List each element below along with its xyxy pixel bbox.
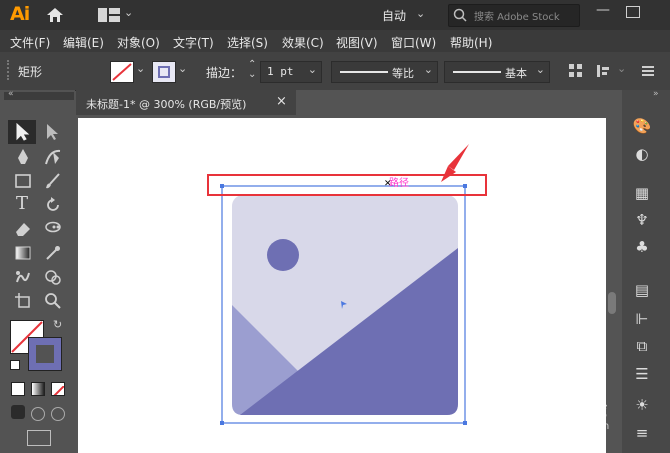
minimize-button[interactable]: — <box>596 2 610 18</box>
profile-label: 等比 <box>392 67 414 80</box>
rotate-tool-icon[interactable] <box>44 196 62 214</box>
draw-behind-icon[interactable] <box>31 407 45 421</box>
draw-inside-icon[interactable] <box>51 407 65 421</box>
eyedropper-tool-icon[interactable] <box>44 244 62 262</box>
path-hint-label: 路径 <box>389 178 409 189</box>
artboard-tool-icon[interactable] <box>14 292 32 310</box>
layers-icon[interactable]: ☰ <box>632 364 652 384</box>
chevron-down-icon[interactable]: ⌄ <box>124 6 133 19</box>
chevron-down-icon: ⌄ <box>307 63 317 76</box>
gradient-panel-icon[interactable]: ☀ <box>632 395 652 415</box>
menu-window[interactable]: 窗口(W) <box>391 34 436 51</box>
chevron-down-icon[interactable]: ⌄ <box>178 62 187 75</box>
gradient-tool-icon[interactable] <box>14 244 32 262</box>
none-color-icon <box>112 63 132 81</box>
profile-line <box>340 71 388 73</box>
eraser-tool-icon[interactable] <box>14 220 32 238</box>
control-bar-grip[interactable] <box>7 60 11 80</box>
none-color-icon <box>53 385 64 395</box>
appearance-icon[interactable]: ◐ <box>632 144 652 164</box>
chevron-down-icon[interactable]: ⌄ <box>416 7 425 20</box>
red-arrow <box>441 144 469 182</box>
color-mode-icon[interactable] <box>11 382 25 396</box>
menu-edit[interactable]: 编辑(E) <box>63 34 104 51</box>
properties-icon[interactable]: ▤ <box>632 280 652 300</box>
stroke-swatch-icon <box>158 66 170 78</box>
chevron-down-icon: ⌄ <box>535 63 545 76</box>
brushes-icon[interactable]: ♆ <box>632 210 652 230</box>
brush-definition-dropdown[interactable]: 基本 ⌄ <box>444 61 550 83</box>
chevron-down-icon[interactable]: ⌄ <box>617 62 626 75</box>
watermark-logo: Baidu经验 <box>508 398 607 420</box>
none-mode-icon[interactable] <box>51 382 65 396</box>
stroke-swatch[interactable] <box>28 337 62 371</box>
menu-type[interactable]: 文字(T) <box>173 34 214 51</box>
tools-panel <box>0 90 75 453</box>
selection-handle[interactable] <box>220 421 224 425</box>
menu-object[interactable]: 对象(O) <box>117 34 160 51</box>
align-panel-icon[interactable]: ⊩ <box>632 309 652 329</box>
stroke-panel-icon[interactable]: ≡ <box>632 423 652 443</box>
stroke-label[interactable]: 描边： <box>206 64 242 81</box>
transform-panel-icon[interactable]: ⧉ <box>632 336 652 356</box>
tools-panel-header <box>4 92 74 100</box>
puppet-warp-tool-icon[interactable] <box>14 268 32 286</box>
menu-select[interactable]: 选择(S) <box>227 34 268 51</box>
close-icon[interactable]: × <box>276 94 287 109</box>
screen-mode-icon[interactable] <box>27 430 51 446</box>
stroke-weight-value: 1 pt <box>267 65 294 78</box>
image-placeholder-artwork[interactable]: ✕ <box>200 160 520 453</box>
brush-label: 基本 <box>505 67 527 80</box>
fill-color-swatch[interactable] <box>110 61 134 83</box>
gradient-mode-icon[interactable] <box>31 382 45 396</box>
stroke-swatch-inner <box>36 345 54 363</box>
collapse-icon[interactable]: » <box>653 89 659 99</box>
search-icon <box>453 8 467 22</box>
transform-icon[interactable] <box>595 63 611 79</box>
paintbrush-tool-icon[interactable] <box>44 172 62 190</box>
stroke-stepper-icon[interactable]: ⌃ ⌄ <box>248 60 256 80</box>
shape-builder-tool-icon[interactable] <box>44 268 62 286</box>
document-tab-title: 未标题-1* @ 300% (RGB/预览) <box>86 98 247 111</box>
swap-colors-icon[interactable]: ↻ <box>53 318 62 331</box>
menu-file[interactable]: 文件(F) <box>10 34 50 51</box>
stroke-weight-input[interactable]: 1 pt ⌄ <box>260 61 322 83</box>
chevron-down-icon[interactable]: ⌄ <box>136 62 145 75</box>
curvature-tool-icon[interactable] <box>44 148 62 166</box>
vertical-scrollbar[interactable] <box>608 292 616 314</box>
selection-tool-icon[interactable] <box>14 123 32 141</box>
menu-help[interactable]: 帮助(H) <box>450 34 492 51</box>
watermark-url: jingyan.baidu.com <box>517 421 610 432</box>
brush-line <box>453 71 501 73</box>
workspace-switcher[interactable]: 自动 <box>382 7 406 24</box>
layout-icon[interactable] <box>98 8 120 22</box>
default-colors-icon[interactable] <box>10 360 20 370</box>
panel-menu-icon[interactable] <box>640 63 656 79</box>
variable-width-profile-dropdown[interactable]: 等比 ⌄ <box>331 61 438 83</box>
stroke-color-swatch[interactable] <box>152 61 176 83</box>
sun-circle <box>267 239 299 271</box>
align-icon[interactable] <box>568 63 584 79</box>
object-type-label: 矩形 <box>18 65 43 79</box>
collapse-icon[interactable]: « <box>8 89 14 99</box>
search-placeholder: 搜索 Adobe Stock <box>474 12 560 23</box>
document-tab[interactable]: 未标题-1* @ 300% (RGB/预览) × <box>76 90 296 115</box>
illustrator-logo: Ai <box>10 3 30 25</box>
symbols-icon[interactable]: ♣ <box>632 237 652 257</box>
draw-normal-icon[interactable] <box>11 405 25 419</box>
selection-handle[interactable] <box>463 421 467 425</box>
home-icon[interactable] <box>46 6 64 24</box>
palette-icon[interactable]: 🎨 <box>632 116 652 136</box>
swatches-icon[interactable]: ▦ <box>632 183 652 203</box>
type-tool-icon[interactable]: T <box>16 193 28 214</box>
maximize-button[interactable] <box>626 6 640 18</box>
menu-view[interactable]: 视图(V) <box>336 34 378 51</box>
lasso-tool-icon[interactable] <box>44 220 62 238</box>
rectangle-tool-icon[interactable] <box>14 172 32 190</box>
menu-effect[interactable]: 效果(C) <box>282 34 324 51</box>
zoom-tool-icon[interactable] <box>44 292 62 310</box>
direct-selection-tool-icon[interactable] <box>44 123 62 141</box>
pen-tool-icon[interactable] <box>14 148 32 166</box>
chevron-down-icon: ⌄ <box>423 63 433 76</box>
